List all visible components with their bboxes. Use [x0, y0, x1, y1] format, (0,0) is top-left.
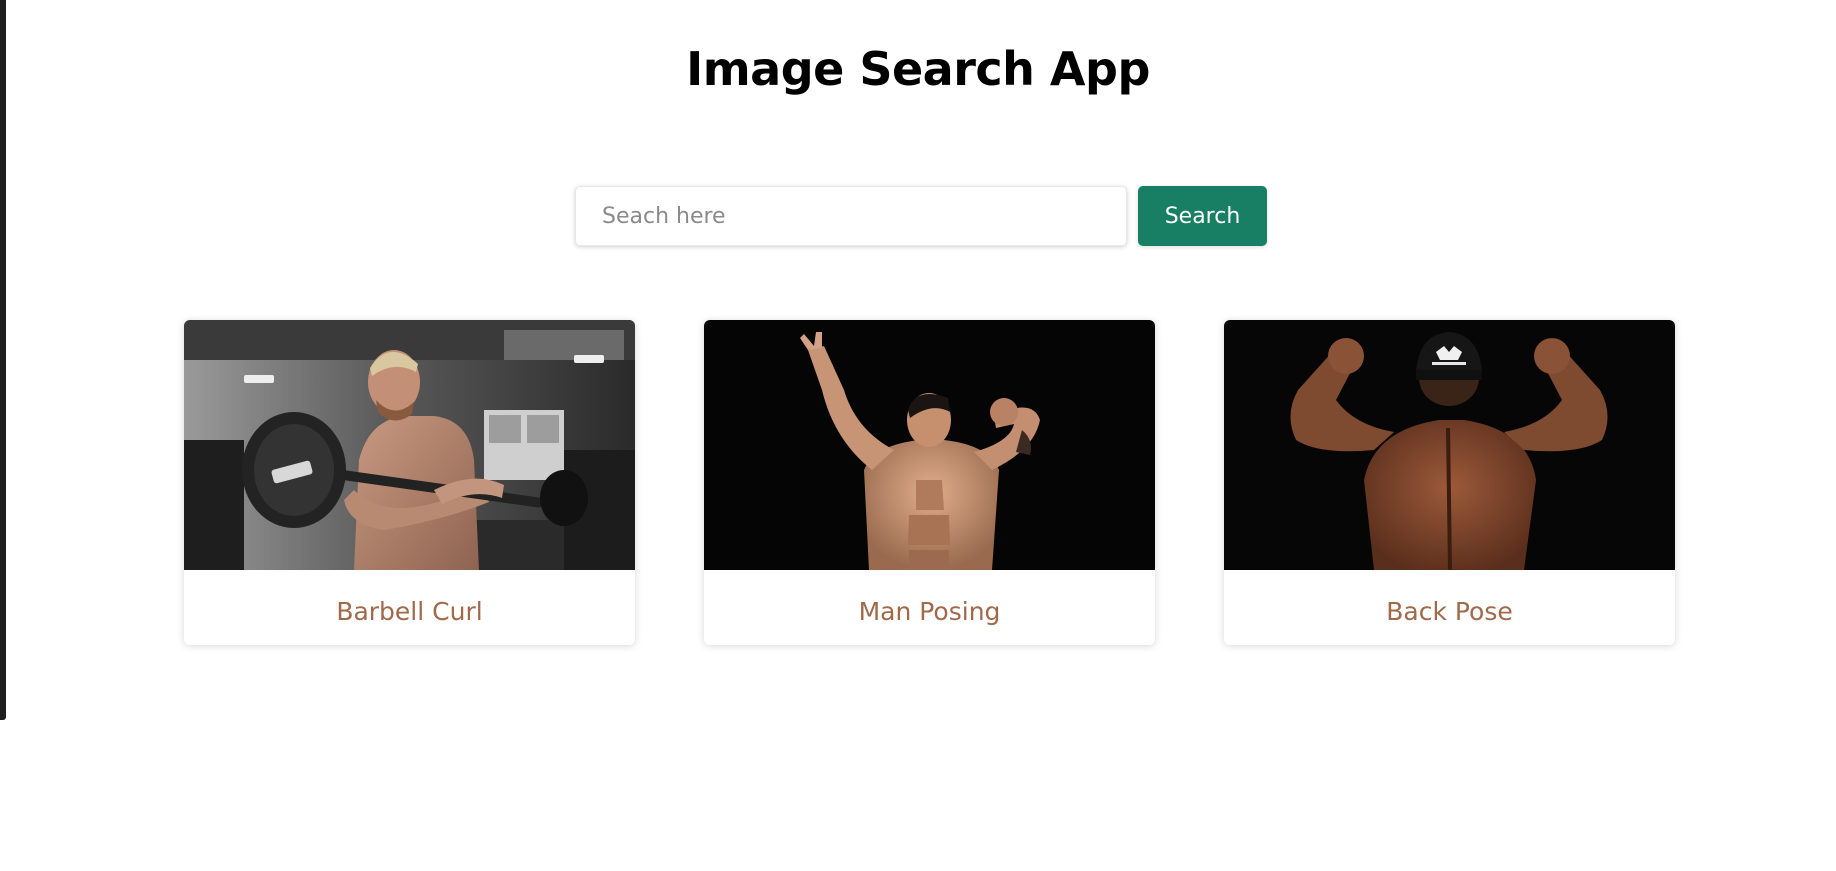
result-caption: Man Posing: [858, 597, 1001, 626]
barbell-curl-photo: [184, 320, 635, 570]
result-image[interactable]: [184, 320, 635, 570]
result-caption: Back Pose: [1386, 597, 1513, 626]
app-window: Image Search App Search: [0, 0, 1836, 871]
back-pose-photo: [1224, 320, 1675, 570]
result-card[interactable]: Barbell Curl: [184, 320, 635, 645]
result-caption: Barbell Curl: [336, 597, 483, 626]
search-input[interactable]: [575, 186, 1127, 246]
result-image[interactable]: [1224, 320, 1675, 570]
window-edge: [0, 0, 6, 720]
man-posing-photo: [704, 320, 1155, 570]
result-image[interactable]: [704, 320, 1155, 570]
result-card[interactable]: Back Pose: [1224, 320, 1675, 645]
result-card[interactable]: Man Posing: [704, 320, 1155, 645]
page-title: Image Search App: [686, 42, 1150, 96]
search-button[interactable]: Search: [1138, 186, 1267, 246]
